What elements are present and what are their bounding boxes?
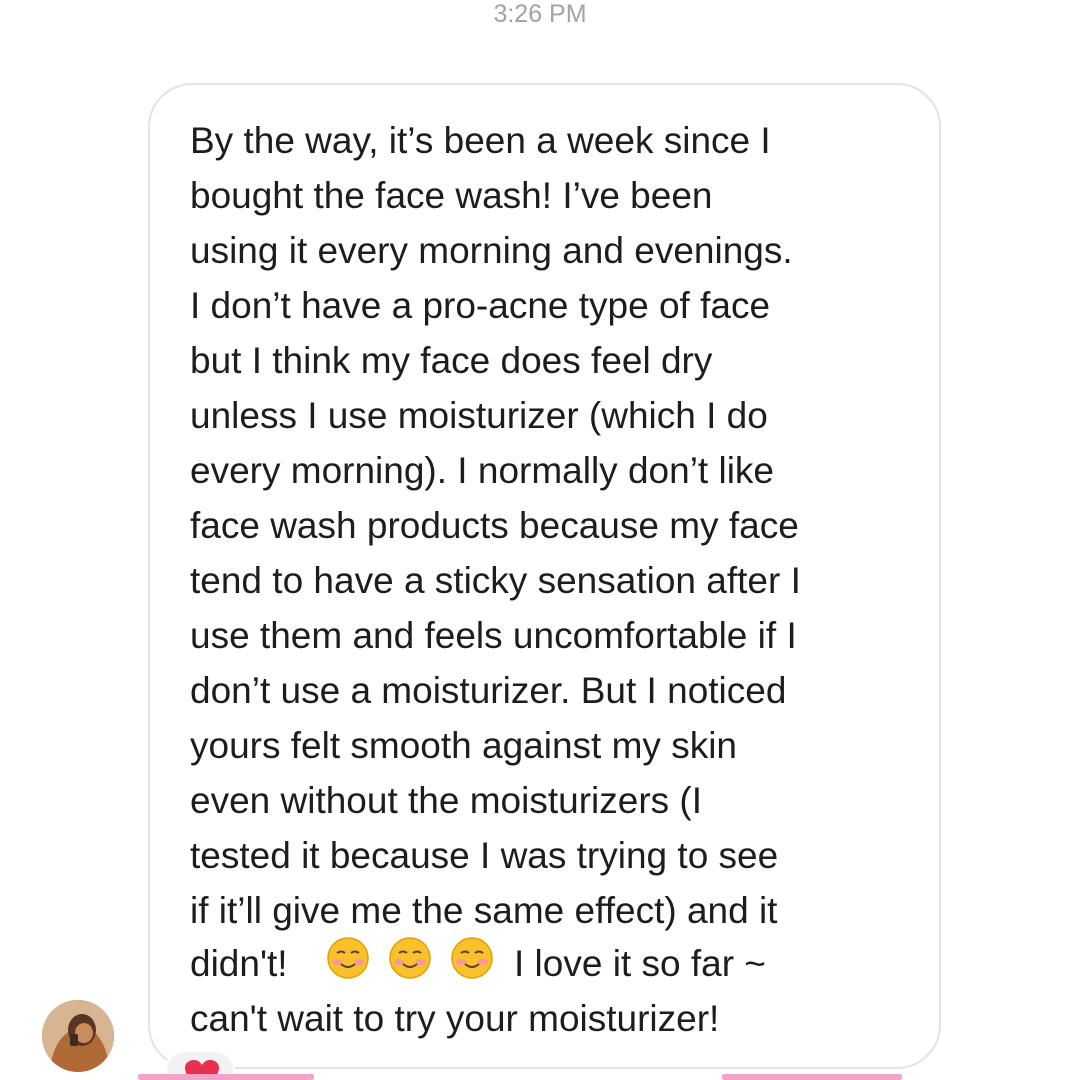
received-message-bubble[interactable]: By the way, it’s been a week since I boug… — [148, 83, 941, 1069]
message-line: every morning). I normally don’t like — [190, 450, 774, 491]
smiling-face-icon — [327, 937, 369, 979]
smiling-face-icon — [451, 937, 493, 979]
message-line: tend to have a sticky sensation after I — [190, 560, 801, 601]
message-line: bought the face wash! I’ve been — [190, 175, 713, 216]
sender-avatar[interactable] — [42, 1000, 114, 1072]
message-line: tested it because I was trying to see — [190, 835, 779, 876]
message-line: unless I use moisturizer (which I do — [190, 395, 768, 436]
message-line-emoji: didn't! — [190, 936, 288, 991]
input-bar-edge — [138, 1074, 314, 1080]
message-timestamp: 3:26 PM — [493, 0, 587, 28]
message-line: even without the moisturizers (I — [190, 780, 703, 821]
message-text-fragment: didn't! — [190, 943, 288, 984]
input-bar-edge — [722, 1074, 902, 1080]
message-line: but I think my face does feel dry — [190, 340, 713, 381]
message-line: By the way, it’s been a week since I — [190, 120, 771, 161]
emoji-group — [326, 936, 494, 980]
message-line-emoji-end: I love it so far ~ — [514, 936, 766, 991]
avatar-photo — [42, 1000, 114, 1072]
message-line: use them and feels uncomfortable if I — [190, 615, 797, 656]
message-line-last: can't wait to try your moisturizer! — [190, 991, 719, 1046]
message-line: if it’ll give me the same effect) and it — [190, 890, 778, 931]
message-text: By the way, it’s been a week since I boug… — [190, 113, 920, 938]
smiling-face-icon — [389, 937, 431, 979]
message-line: using it every morning and evenings. — [190, 230, 793, 271]
message-line: I don’t have a pro-acne type of face — [190, 285, 771, 326]
message-line: don’t use a moisturizer. But I noticed — [190, 670, 787, 711]
message-line: face wash products because my face — [190, 505, 799, 546]
message-line: yours felt smooth against my skin — [190, 725, 737, 766]
message-text-fragment: can't wait to try your moisturizer! — [190, 998, 720, 1039]
message-text-fragment: I love it so far ~ — [514, 943, 766, 984]
